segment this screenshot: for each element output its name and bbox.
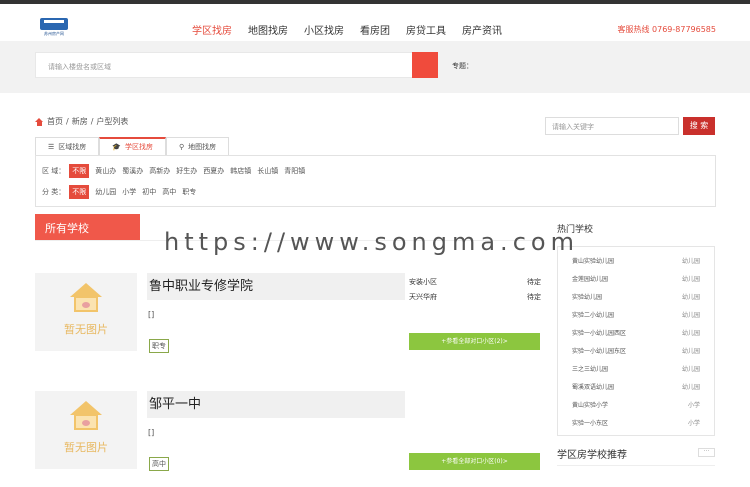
estate-name: 安装小区: [409, 278, 437, 286]
breadcrumb-sep: /: [90, 117, 94, 126]
section-title: 所有学校: [35, 214, 140, 240]
filter-type-all[interactable]: 不限: [69, 185, 90, 199]
list-item[interactable]: 蜀溪双语幼儿园 幼儿园: [572, 382, 700, 391]
filter-area-option[interactable]: 长山镇: [257, 166, 278, 176]
school-name[interactable]: 邹平一中: [147, 391, 405, 418]
estate-row[interactable]: 天兴华府 待定: [409, 292, 541, 302]
tab-school[interactable]: 🎓 学区找房: [99, 137, 166, 155]
nav-school-search[interactable]: 学区找房: [192, 22, 232, 37]
watermark: https://www.songma.com: [164, 228, 579, 256]
school-card: 暂无图片 鲁中职业专修学院 [] 职专 安装小区 待定 天兴华府 待定 +参看全…: [35, 273, 545, 353]
nav-loan-tools[interactable]: 房贷工具: [406, 22, 446, 37]
school-address: []: [148, 310, 155, 319]
top-strip: [0, 0, 750, 4]
list-item[interactable]: 实验二小幼儿园 幼儿园: [572, 310, 700, 319]
list-item[interactable]: 实验一小东区 小学: [572, 418, 700, 427]
filter-area-option[interactable]: 西夏办: [203, 166, 224, 176]
hotline: 客服热线 0769-87796585: [617, 25, 716, 34]
no-image-placeholder: 暂无图片: [35, 391, 137, 469]
filter-area-option[interactable]: 高新办: [149, 166, 170, 176]
tab-area[interactable]: ☰ 区域找房: [35, 137, 100, 155]
logo-mark: [40, 18, 68, 30]
home-icon: [35, 117, 44, 126]
tab-label: 区域找房: [58, 142, 87, 151]
list-icon: ☰: [48, 142, 55, 151]
list-item[interactable]: 黄山实验幼儿园 幼儿园: [572, 256, 700, 265]
estate-price: 待定: [527, 278, 541, 286]
search-tabs: ☰ 区域找房 🎓 学区找房 ⚲ 地图找房: [35, 137, 230, 155]
tab-label: 地图找房: [188, 142, 217, 151]
nav-map-search[interactable]: 地图找房: [248, 22, 288, 37]
school-address: []: [148, 428, 155, 437]
view-all-communities-button[interactable]: +参看全部对口小区(2)>: [409, 333, 540, 350]
breadcrumb-home[interactable]: 首页: [47, 116, 63, 127]
house-icon: [68, 283, 104, 313]
estate-name: 天兴华府: [409, 293, 437, 301]
tab-map[interactable]: ⚲ 地图找房: [166, 137, 230, 155]
nav-news[interactable]: 房产资讯: [462, 22, 502, 37]
filter-area-option[interactable]: 黄山办: [95, 166, 116, 176]
breadcrumb-new[interactable]: 新房: [72, 116, 88, 127]
graduation-cap-icon: 🎓: [112, 143, 121, 151]
list-item[interactable]: 实验一小幼儿园西区 幼儿园: [572, 328, 700, 337]
hot-topics-label: 专题：: [452, 62, 473, 70]
main-nav: 学区找房 地图找房 小区找房 看房团 房贷工具 房产资讯: [192, 22, 518, 37]
recommend-divider: [557, 465, 715, 466]
list-item[interactable]: 实验一小幼儿园东区 幼儿园: [572, 346, 700, 355]
no-image-caption: 暂无图片: [64, 441, 108, 454]
list-item[interactable]: 实验幼儿园 幼儿园: [572, 292, 700, 301]
breadcrumb-sep: /: [66, 117, 69, 126]
list-item[interactable]: 三之三幼儿园 幼儿园: [572, 364, 700, 373]
filter-type-option[interactable]: 幼儿园: [95, 187, 116, 197]
keyword-input[interactable]: 请输入关键字: [545, 117, 679, 135]
more-button[interactable]: ···: [698, 448, 715, 457]
school-type-tag: 高中: [149, 457, 169, 471]
filter-area-option[interactable]: 蜀溪办: [122, 166, 143, 176]
no-image-placeholder: 暂无图片: [35, 273, 137, 351]
school-card: 暂无图片 邹平一中 [] 高中 +参看全部对口小区(0)>: [35, 391, 545, 471]
list-item[interactable]: 黄山实验小学 小学: [572, 400, 700, 409]
filter-area-label: 区 域：: [42, 167, 66, 175]
filter-type-row: 分 类： 不限 幼儿园 小学 初中 高中 职专: [42, 185, 202, 199]
filter-area-option[interactable]: 青阳镇: [284, 166, 305, 176]
filter-area-option[interactable]: 好生办: [176, 166, 197, 176]
site-logo[interactable]: 苏州房产网: [36, 18, 72, 40]
filter-area-option[interactable]: 韩店镇: [230, 166, 251, 176]
filter-type-option[interactable]: 初中: [142, 187, 156, 197]
recommend-title: 学区房学校推荐: [557, 450, 627, 461]
filter-type-option[interactable]: 小学: [122, 187, 136, 197]
view-all-communities-button[interactable]: +参看全部对口小区(0)>: [409, 453, 540, 470]
breadcrumb: 首页 / 新房 / 户型列表: [35, 116, 128, 127]
filter-type-option[interactable]: 职专: [182, 187, 196, 197]
filter-type-label: 分 类：: [42, 188, 66, 196]
filter-area-row: 区 域： 不限 黄山办 蜀溪办 高新办 好生办 西夏办 韩店镇 长山镇 青阳镇: [42, 164, 311, 178]
tab-label: 学区找房: [125, 143, 153, 151]
nav-community-search[interactable]: 小区找房: [304, 22, 344, 37]
search-button[interactable]: [412, 52, 438, 78]
search-input[interactable]: 请输入楼盘名或区域: [35, 52, 413, 78]
filter-panel: 区 域： 不限 黄山办 蜀溪办 高新办 好生办 西夏办 韩店镇 长山镇 青阳镇 …: [35, 155, 716, 207]
school-name[interactable]: 鲁中职业专修学院: [147, 273, 405, 300]
house-icon: [68, 401, 104, 431]
estate-row[interactable]: 安装小区 待定: [409, 277, 541, 287]
list-item[interactable]: 金莲园幼儿园 幼儿园: [572, 274, 700, 283]
map-pin-icon: ⚲: [179, 142, 185, 151]
nav-viewing-tour[interactable]: 看房团: [360, 22, 390, 37]
breadcrumb-list: 户型列表: [96, 117, 129, 126]
estate-price: 待定: [527, 293, 541, 301]
filter-type-option[interactable]: 高中: [162, 187, 176, 197]
logo-text: 苏州房产网: [44, 31, 64, 36]
keyword-search-button[interactable]: 搜 索: [683, 117, 715, 135]
filter-area-all[interactable]: 不限: [69, 164, 90, 178]
no-image-caption: 暂无图片: [64, 323, 108, 336]
school-type-tag: 职专: [149, 339, 169, 353]
hot-schools-list: 黄山实验幼儿园 幼儿园 金莲园幼儿园 幼儿园 实验幼儿园 幼儿园 实验二小幼儿园 幼儿园…: [557, 246, 715, 436]
